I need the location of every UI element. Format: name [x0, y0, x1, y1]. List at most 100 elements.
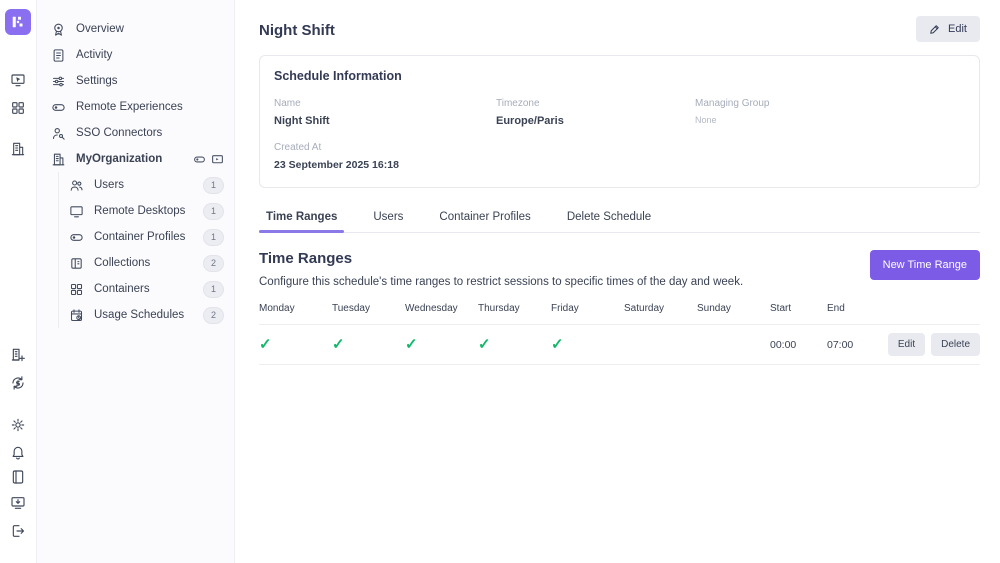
logout-icon[interactable]	[10, 523, 26, 539]
grid-icon	[69, 282, 84, 297]
column-header-start: Start	[770, 303, 827, 314]
sidebar-item-my-organization[interactable]: MyOrganization	[51, 146, 224, 172]
column-header-saturday: Saturday	[624, 303, 697, 314]
toggle-mini-icon[interactable]	[193, 153, 206, 166]
field-label: Name	[274, 98, 496, 109]
field-created-at: Created At 23 September 2025 16:18	[274, 142, 496, 171]
count-badge: 2	[203, 307, 224, 324]
sidebar-item-label: MyOrganization	[76, 153, 162, 165]
schedule-fields: Name Night Shift Timezone Europe/Paris M…	[274, 98, 965, 171]
downloads-icon[interactable]	[10, 495, 26, 511]
settings-gear-icon[interactable]	[10, 417, 26, 433]
logo-glyph	[9, 13, 27, 31]
billing-sync-icon[interactable]	[10, 375, 26, 391]
column-header-tuesday: Tuesday	[332, 303, 405, 314]
new-time-range-button[interactable]: New Time Range	[870, 250, 980, 280]
remote-desktops-icon[interactable]	[10, 72, 26, 88]
column-header-end: End	[827, 303, 884, 314]
document-icon	[51, 48, 66, 63]
friday-check: ✓	[551, 337, 624, 352]
organization-icon[interactable]	[10, 141, 26, 157]
app-window: Overview Activity Settings	[0, 0, 1000, 563]
monitor-icon	[69, 204, 84, 219]
wednesday-check: ✓	[405, 337, 478, 352]
sidebar-item-label: Overview	[76, 23, 124, 35]
page-title: Night Shift	[259, 16, 335, 39]
collection-icon	[69, 256, 84, 271]
count-badge: 1	[203, 229, 224, 246]
count-badge: 2	[203, 255, 224, 272]
sidebar-item-label: Containers	[94, 283, 150, 295]
end-time-cell: 07:00	[827, 339, 884, 351]
docs-book-icon[interactable]	[10, 469, 26, 485]
sidebar: Overview Activity Settings	[37, 0, 235, 563]
count-badge: 1	[203, 203, 224, 220]
sidebar-item-collections[interactable]: Collections 2	[69, 250, 224, 276]
calendar-clock-icon	[69, 308, 84, 323]
sidebar-item-label: Remote Desktops	[94, 205, 185, 217]
tab-container-profiles[interactable]: Container Profiles	[432, 203, 537, 232]
containers-icon[interactable]	[10, 100, 26, 116]
tab-users[interactable]: Users	[366, 203, 410, 232]
building-icon	[51, 152, 66, 167]
field-label: Created At	[274, 142, 496, 153]
tab-delete-schedule[interactable]: Delete Schedule	[560, 203, 658, 232]
column-header-friday: Friday	[551, 303, 624, 314]
sidebar-item-label: Users	[94, 179, 124, 191]
field-value: Night Shift	[274, 115, 496, 127]
icon-rail	[0, 0, 37, 563]
sidebar-item-overview[interactable]: Overview	[51, 16, 224, 42]
sidebar-item-label: Container Profiles	[94, 231, 185, 243]
sidebar-item-activity[interactable]: Activity	[51, 42, 224, 68]
sidebar-item-label: Collections	[94, 257, 150, 269]
toggle-icon	[51, 100, 66, 115]
time-ranges-table: Monday Tuesday Wednesday Thursday Friday…	[259, 303, 980, 365]
page-header: Night Shift Edit	[259, 16, 980, 42]
thursday-check: ✓	[478, 337, 551, 352]
edit-schedule-button[interactable]: Edit	[916, 16, 980, 42]
row-edit-button[interactable]: Edit	[888, 333, 925, 356]
sidebar-item-label: Activity	[76, 49, 112, 61]
section-title: Time Ranges	[259, 250, 743, 267]
field-name: Name Night Shift	[274, 98, 496, 127]
table-header-row: Monday Tuesday Wednesday Thursday Friday…	[259, 303, 980, 325]
column-header-thursday: Thursday	[478, 303, 551, 314]
row-delete-button[interactable]: Delete	[931, 333, 980, 356]
desktop-mini-icon[interactable]	[211, 153, 224, 166]
row-actions: Edit Delete	[884, 333, 980, 356]
column-header-monday: Monday	[259, 303, 332, 314]
field-label: Managing Group	[695, 98, 965, 109]
edit-button-label: Edit	[948, 23, 967, 35]
sidebar-item-settings[interactable]: Settings	[51, 68, 224, 94]
toggle-icon	[69, 230, 84, 245]
tab-time-ranges[interactable]: Time Ranges	[259, 203, 344, 232]
tuesday-check: ✓	[332, 337, 405, 352]
sidebar-item-label: Usage Schedules	[94, 309, 184, 321]
time-ranges-heading-block: Time Ranges Configure this schedule's ti…	[259, 250, 743, 288]
sidebar-item-remote-desktops[interactable]: Remote Desktops 1	[69, 198, 224, 224]
pencil-icon	[929, 23, 941, 35]
column-header-wednesday: Wednesday	[405, 303, 478, 314]
app-logo[interactable]	[5, 9, 31, 35]
users-icon	[69, 178, 84, 193]
field-value: None	[695, 115, 965, 125]
field-managing-group: Managing Group None	[695, 98, 965, 127]
sidebar-item-usage-schedules[interactable]: Usage Schedules 2	[69, 302, 224, 328]
sidebar-item-container-profiles[interactable]: Container Profiles 1	[69, 224, 224, 250]
count-badge: 1	[203, 177, 224, 194]
card-title: Schedule Information	[274, 69, 965, 83]
sidebar-item-users[interactable]: Users 1	[69, 172, 224, 198]
notifications-bell-icon[interactable]	[10, 444, 26, 460]
sidebar-item-label: SSO Connectors	[76, 127, 162, 139]
table-row: ✓ ✓ ✓ ✓ ✓ 00:00 07:00 Edit Delete	[259, 325, 980, 365]
sidebar-item-remote-experiences[interactable]: Remote Experiences	[51, 94, 224, 120]
field-label: Timezone	[496, 98, 695, 109]
main-content: Night Shift Edit Schedule Information Na…	[235, 0, 1000, 563]
sidebar-item-containers[interactable]: Containers 1	[69, 276, 224, 302]
add-organization-icon[interactable]	[10, 347, 26, 363]
field-timezone: Timezone Europe/Paris	[496, 98, 695, 127]
schedule-information-card: Schedule Information Name Night Shift Ti…	[259, 55, 980, 188]
badge-icon	[51, 22, 66, 37]
sidebar-item-sso-connectors[interactable]: SSO Connectors	[51, 120, 224, 146]
field-value: Europe/Paris	[496, 115, 695, 127]
